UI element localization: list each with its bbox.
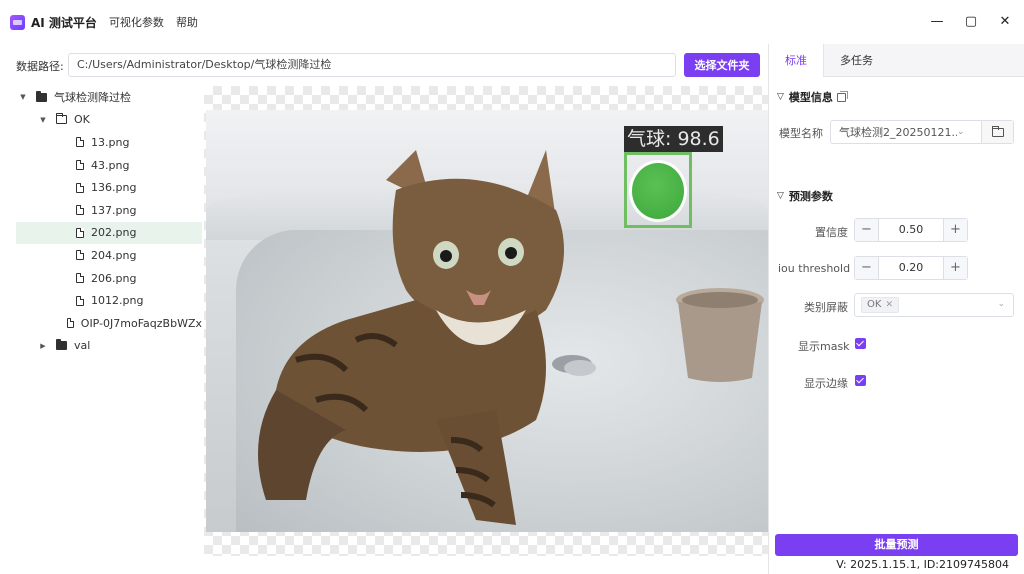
menu-help[interactable]: 帮助 — [176, 14, 198, 30]
file-icon — [66, 318, 74, 329]
tree-file-label: 206.png — [91, 271, 137, 285]
iou-label: iou threshold — [778, 262, 851, 275]
confidence-stepper[interactable]: − 0.50 + — [854, 218, 968, 242]
menu-visual-params[interactable]: 可视化参数 — [109, 14, 164, 30]
tab-multitask[interactable]: 多任务 — [824, 44, 889, 77]
show-edge-checkbox[interactable] — [855, 375, 866, 386]
tree-file-label: 136.png — [91, 181, 137, 195]
tree-file-item[interactable]: 136.png — [16, 176, 202, 199]
tab-bar: 标准 多任务 — [769, 44, 1024, 77]
tree-file-label: OIP-0J7moFaqzBbWZx — [80, 316, 202, 330]
predict-params-title: 预测参数 — [788, 190, 833, 203]
tree-file-item[interactable]: 204.png — [16, 244, 202, 267]
model-name-value: 气球检测2_20250121... — [839, 126, 957, 139]
tree-file-item[interactable]: 1012.png — [16, 289, 202, 312]
pot-shape — [676, 288, 764, 382]
file-tree: ▼ 气球检测降过检 ▼ OK 13.png 43.png 136.png 137… — [16, 86, 202, 574]
tab-standard[interactable]: 标准 — [769, 44, 824, 77]
iou-increment-button[interactable]: + — [943, 257, 967, 279]
caret-down-icon[interactable]: ▼ — [38, 116, 48, 124]
model-info-title: 模型信息 — [788, 91, 833, 104]
app-title: AI 测试平台 — [31, 15, 97, 30]
tree-file-item-selected[interactable]: 202.png — [16, 221, 202, 245]
tree-file-item[interactable]: 43.png — [16, 154, 202, 177]
tree-file-label: 204.png — [91, 248, 137, 262]
tree-file-label: 13.png — [91, 135, 130, 149]
data-path-label: 数据路径: — [16, 60, 64, 73]
version-text: V: 2025.1.15.1, ID:2109745804 — [836, 558, 1009, 571]
tag-close-icon[interactable]: ✕ — [885, 298, 893, 312]
show-edge-label: 显示边缘 — [804, 377, 848, 390]
tree-file-label: 137.png — [91, 203, 137, 217]
tree-file-item[interactable]: 206.png — [16, 267, 202, 290]
file-icon — [76, 295, 84, 306]
file-icon — [76, 160, 84, 171]
detection-label: 气球: 98.6 — [624, 126, 723, 152]
confidence-value[interactable]: 0.50 — [879, 219, 943, 241]
confidence-decrement-button[interactable]: − — [855, 219, 879, 241]
copy-icon[interactable] — [836, 90, 848, 102]
workspace: 数据路径: C:/Users/Administrator/Desktop/气球检… — [0, 44, 768, 574]
model-info-header[interactable]: ▽ 模型信息 — [777, 89, 848, 105]
image-viewer[interactable]: 气球: 98.6 — [204, 86, 768, 556]
class-tag-label: OK — [867, 299, 882, 310]
file-icon — [76, 137, 84, 148]
tree-file-item[interactable]: OIP-0J7moFaqzBbWZx — [16, 312, 202, 335]
confidence-label: 置信度 — [815, 226, 848, 239]
iou-decrement-button[interactable]: − — [855, 257, 879, 279]
maximize-icon[interactable]: ▢ — [964, 14, 978, 29]
tree-val-folder[interactable]: ▶ val — [16, 335, 202, 358]
confidence-increment-button[interactable]: + — [943, 219, 967, 241]
tree-file-item[interactable]: 13.png — [16, 131, 202, 154]
model-folder-button[interactable] — [981, 121, 1013, 143]
choose-folder-button[interactable]: 选择文件夹 — [684, 53, 760, 77]
cat-illustration — [258, 150, 564, 525]
tree-ok-folder[interactable]: ▼ OK — [16, 109, 202, 132]
iou-value[interactable]: 0.20 — [879, 257, 943, 279]
model-name-label: 模型名称 — [779, 127, 823, 140]
preview-image: 气球: 98.6 — [206, 110, 768, 532]
chevron-down-icon: ⌄ — [957, 127, 965, 137]
class-mask-select[interactable]: OK ✕ ⌄ — [854, 293, 1014, 317]
title-bar: AI 测试平台 可视化参数 帮助 — ▢ ✕ — [0, 0, 1024, 44]
file-icon — [76, 273, 84, 284]
chevron-down-icon: ▽ — [777, 191, 784, 201]
show-mask-checkbox[interactable] — [855, 338, 866, 349]
file-icon — [76, 250, 84, 261]
close-icon[interactable]: ✕ — [998, 14, 1012, 29]
tree-file-label: 43.png — [91, 158, 130, 172]
chevron-down-icon: ▽ — [777, 92, 784, 102]
tree-file-item[interactable]: 137.png — [16, 199, 202, 222]
caret-right-icon[interactable]: ▶ — [38, 342, 48, 350]
tree-label: 气球检测降过检 — [54, 91, 131, 105]
caret-down-icon[interactable]: ▼ — [18, 93, 28, 101]
show-mask-label: 显示mask — [798, 340, 850, 353]
class-tag: OK ✕ — [861, 297, 899, 313]
app-logo-icon — [10, 14, 25, 30]
minimize-icon[interactable]: — — [930, 14, 944, 29]
file-icon — [76, 205, 84, 216]
tree-label: val — [74, 339, 91, 353]
tree-file-label: 202.png — [91, 226, 137, 240]
tree-file-label: 1012.png — [91, 294, 144, 308]
tree-root-folder[interactable]: ▼ 气球检测降过检 — [16, 86, 202, 109]
predict-params-header[interactable]: ▽ 预测参数 — [777, 188, 833, 204]
tree-label: OK — [74, 113, 90, 127]
balloon-mask — [629, 160, 687, 222]
data-path-input[interactable]: C:/Users/Administrator/Desktop/气球检测降过检 — [68, 53, 676, 77]
settings-panel: 标准 多任务 ▽ 模型信息 模型名称 气球检测2_20250121... ⌄ ▽… — [768, 44, 1024, 574]
file-icon — [76, 227, 84, 238]
file-icon — [76, 182, 84, 193]
iou-stepper[interactable]: − 0.20 + — [854, 256, 968, 280]
folder-icon — [56, 339, 67, 351]
folder-icon — [36, 90, 47, 102]
folder-browse-icon — [991, 125, 1004, 137]
class-mask-label: 类别屏蔽 — [804, 301, 848, 314]
folder-open-icon — [56, 113, 67, 125]
chevron-down-icon: ⌄ — [997, 299, 1005, 309]
model-name-select[interactable]: 气球检测2_20250121... ⌄ — [830, 120, 1014, 144]
batch-predict-button[interactable]: 批量预测 — [775, 534, 1018, 556]
